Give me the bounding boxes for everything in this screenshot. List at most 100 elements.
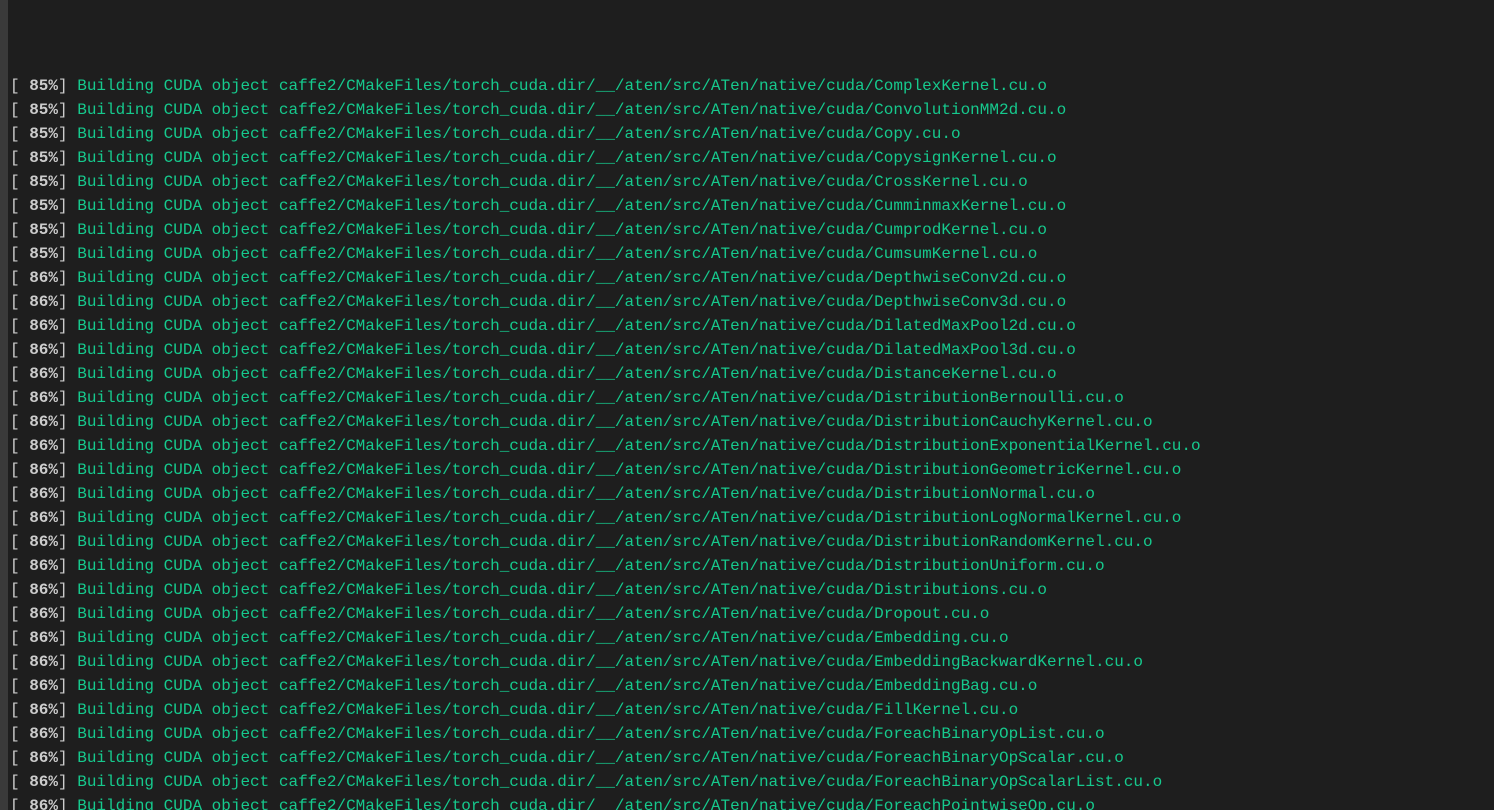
bracket-close: ] — [58, 701, 77, 719]
build-message: Building CUDA object caffe2/CMakeFiles/t… — [77, 605, 989, 623]
build-action-prefix: Building CUDA object — [77, 509, 279, 527]
bracket-open: [ — [10, 485, 29, 503]
bracket-open: [ — [10, 653, 29, 671]
bracket-open: [ — [10, 221, 29, 239]
build-object-path: caffe2/CMakeFiles/torch_cuda.dir/__/aten… — [279, 437, 1201, 455]
build-output-line: [ 86%] Building CUDA object caffe2/CMake… — [10, 386, 1494, 410]
build-object-path: caffe2/CMakeFiles/torch_cuda.dir/__/aten… — [279, 773, 1162, 791]
bracket-open: [ — [10, 749, 29, 767]
build-action-prefix: Building CUDA object — [77, 701, 279, 719]
build-percent: 86% — [29, 485, 58, 503]
bracket-open: [ — [10, 317, 29, 335]
build-message: Building CUDA object caffe2/CMakeFiles/t… — [77, 629, 1008, 647]
build-percent: 85% — [29, 77, 58, 95]
build-action-prefix: Building CUDA object — [77, 725, 279, 743]
build-object-path: caffe2/CMakeFiles/torch_cuda.dir/__/aten… — [279, 725, 1105, 743]
build-message: Building CUDA object caffe2/CMakeFiles/t… — [77, 773, 1162, 791]
bracket-close: ] — [58, 173, 77, 191]
build-percent: 86% — [29, 365, 58, 383]
bracket-close: ] — [58, 677, 77, 695]
bracket-close: ] — [58, 485, 77, 503]
build-output-line: [ 86%] Building CUDA object caffe2/CMake… — [10, 746, 1494, 770]
build-action-prefix: Building CUDA object — [77, 773, 279, 791]
build-percent: 86% — [29, 773, 58, 791]
build-percent: 86% — [29, 677, 58, 695]
build-percent: 86% — [29, 557, 58, 575]
bracket-close: ] — [58, 509, 77, 527]
build-object-path: caffe2/CMakeFiles/torch_cuda.dir/__/aten… — [279, 125, 961, 143]
build-message: Building CUDA object caffe2/CMakeFiles/t… — [77, 149, 1056, 167]
bracket-close: ] — [58, 245, 77, 263]
build-object-path: caffe2/CMakeFiles/torch_cuda.dir/__/aten… — [279, 605, 990, 623]
bracket-close: ] — [58, 725, 77, 743]
terminal-output[interactable]: [ 85%] Building CUDA object caffe2/CMake… — [8, 0, 1494, 810]
bracket-open: [ — [10, 77, 29, 95]
bracket-close: ] — [58, 653, 77, 671]
bracket-close: ] — [58, 317, 77, 335]
build-percent: 86% — [29, 605, 58, 623]
build-message: Building CUDA object caffe2/CMakeFiles/t… — [77, 317, 1076, 335]
bracket-open: [ — [10, 341, 29, 359]
build-object-path: caffe2/CMakeFiles/torch_cuda.dir/__/aten… — [279, 149, 1057, 167]
bracket-close: ] — [58, 557, 77, 575]
build-message: Building CUDA object caffe2/CMakeFiles/t… — [77, 197, 1066, 215]
build-action-prefix: Building CUDA object — [77, 197, 279, 215]
build-object-path: caffe2/CMakeFiles/torch_cuda.dir/__/aten… — [279, 701, 1018, 719]
bracket-open: [ — [10, 773, 29, 791]
build-object-path: caffe2/CMakeFiles/torch_cuda.dir/__/aten… — [279, 749, 1124, 767]
build-output-line: [ 86%] Building CUDA object caffe2/CMake… — [10, 338, 1494, 362]
build-message: Building CUDA object caffe2/CMakeFiles/t… — [77, 77, 1047, 95]
build-object-path: caffe2/CMakeFiles/torch_cuda.dir/__/aten… — [279, 629, 1009, 647]
bracket-close: ] — [58, 365, 77, 383]
build-output-line: [ 86%] Building CUDA object caffe2/CMake… — [10, 530, 1494, 554]
build-action-prefix: Building CUDA object — [77, 485, 279, 503]
build-output-line: [ 86%] Building CUDA object caffe2/CMake… — [10, 722, 1494, 746]
build-output-line: [ 85%] Building CUDA object caffe2/CMake… — [10, 74, 1494, 98]
build-percent: 86% — [29, 701, 58, 719]
bracket-close: ] — [58, 197, 77, 215]
bracket-open: [ — [10, 533, 29, 551]
build-output-line: [ 86%] Building CUDA object caffe2/CMake… — [10, 650, 1494, 674]
scrollbar-track[interactable] — [0, 0, 8, 810]
build-object-path: caffe2/CMakeFiles/torch_cuda.dir/__/aten… — [279, 197, 1066, 215]
build-percent: 86% — [29, 437, 58, 455]
build-object-path: caffe2/CMakeFiles/torch_cuda.dir/__/aten… — [279, 293, 1066, 311]
build-object-path: caffe2/CMakeFiles/torch_cuda.dir/__/aten… — [279, 485, 1095, 503]
build-action-prefix: Building CUDA object — [77, 461, 279, 479]
build-message: Building CUDA object caffe2/CMakeFiles/t… — [77, 557, 1104, 575]
build-percent: 86% — [29, 653, 58, 671]
build-output-line: [ 86%] Building CUDA object caffe2/CMake… — [10, 626, 1494, 650]
build-action-prefix: Building CUDA object — [77, 749, 279, 767]
build-object-path: caffe2/CMakeFiles/torch_cuda.dir/__/aten… — [279, 77, 1047, 95]
build-object-path: caffe2/CMakeFiles/torch_cuda.dir/__/aten… — [279, 581, 1047, 599]
bracket-open: [ — [10, 149, 29, 167]
build-message: Building CUDA object caffe2/CMakeFiles/t… — [77, 725, 1104, 743]
build-percent: 85% — [29, 149, 58, 167]
bracket-close: ] — [58, 797, 77, 810]
build-percent: 86% — [29, 269, 58, 287]
terminal-container: [ 85%] Building CUDA object caffe2/CMake… — [0, 0, 1494, 810]
bracket-open: [ — [10, 365, 29, 383]
build-message: Building CUDA object caffe2/CMakeFiles/t… — [77, 413, 1152, 431]
bracket-open: [ — [10, 173, 29, 191]
bracket-open: [ — [10, 605, 29, 623]
build-percent: 86% — [29, 797, 58, 810]
build-message: Building CUDA object caffe2/CMakeFiles/t… — [77, 437, 1200, 455]
bracket-open: [ — [10, 413, 29, 431]
build-output-line: [ 86%] Building CUDA object caffe2/CMake… — [10, 794, 1494, 810]
build-message: Building CUDA object caffe2/CMakeFiles/t… — [77, 341, 1076, 359]
build-object-path: caffe2/CMakeFiles/torch_cuda.dir/__/aten… — [279, 341, 1076, 359]
build-message: Building CUDA object caffe2/CMakeFiles/t… — [77, 797, 1095, 810]
build-action-prefix: Building CUDA object — [77, 149, 279, 167]
build-message: Building CUDA object caffe2/CMakeFiles/t… — [77, 173, 1028, 191]
build-action-prefix: Building CUDA object — [77, 101, 279, 119]
build-object-path: caffe2/CMakeFiles/torch_cuda.dir/__/aten… — [279, 797, 1095, 810]
build-object-path: caffe2/CMakeFiles/torch_cuda.dir/__/aten… — [279, 317, 1076, 335]
bracket-open: [ — [10, 701, 29, 719]
build-action-prefix: Building CUDA object — [77, 437, 279, 455]
bracket-open: [ — [10, 245, 29, 263]
build-output-line: [ 85%] Building CUDA object caffe2/CMake… — [10, 242, 1494, 266]
build-message: Building CUDA object caffe2/CMakeFiles/t… — [77, 701, 1018, 719]
build-message: Building CUDA object caffe2/CMakeFiles/t… — [77, 389, 1124, 407]
build-output-line: [ 85%] Building CUDA object caffe2/CMake… — [10, 194, 1494, 218]
